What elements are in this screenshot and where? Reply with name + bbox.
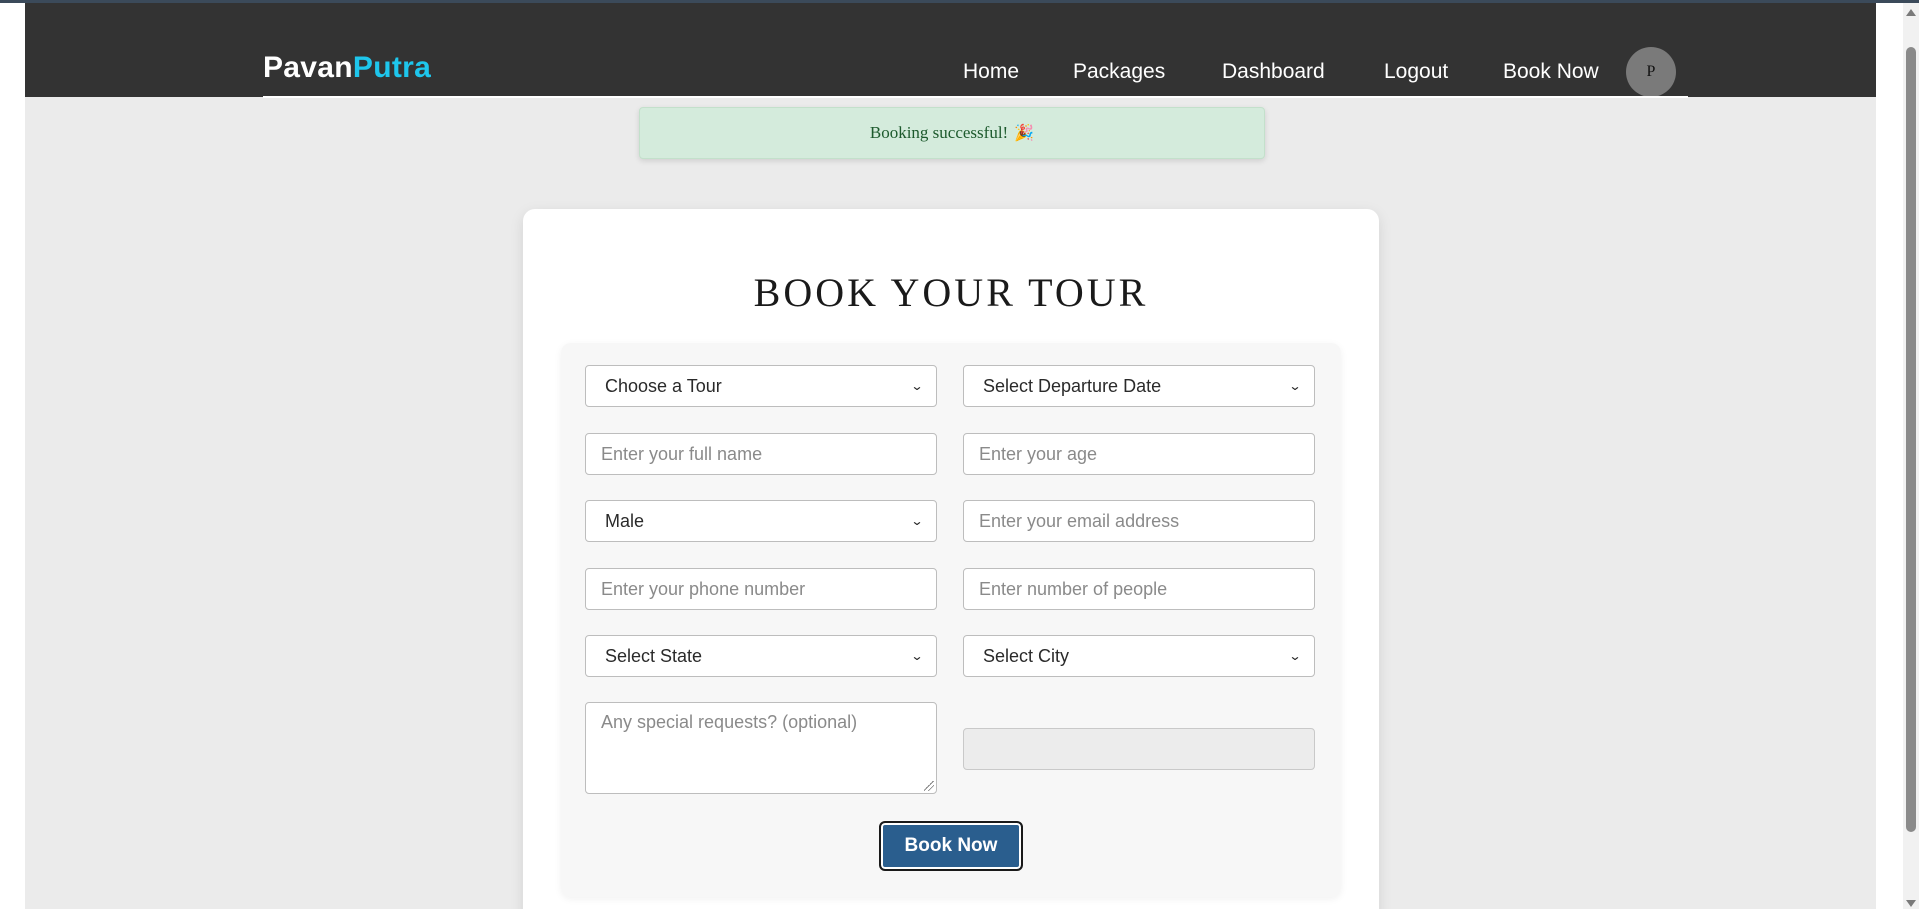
vertical-scrollbar[interactable] [1903, 3, 1919, 909]
departure-date-select[interactable]: Select Departure Date ⌄ [963, 365, 1315, 407]
nav-book-now-link[interactable]: Book Now [1503, 60, 1599, 84]
full-name-input[interactable]: Enter your full name [585, 433, 937, 475]
chevron-down-icon: ⌄ [910, 379, 924, 393]
nav-packages-link[interactable]: Packages [1073, 60, 1165, 84]
chevron-down-icon: ⌄ [910, 514, 924, 528]
success-alert: Booking successful! 🎉 [639, 107, 1265, 159]
tour-select[interactable]: Choose a Tour ⌄ [585, 365, 937, 407]
navbar: PavanPutra Home Packages Dashboard Logou… [25, 3, 1876, 97]
age-input[interactable]: Enter your age [963, 433, 1315, 475]
page-background: PavanPutra Home Packages Dashboard Logou… [25, 3, 1876, 909]
chevron-down-icon: ⌄ [1288, 379, 1302, 393]
scroll-up-arrow-icon[interactable] [1906, 9, 1916, 16]
chevron-down-icon: ⌄ [1288, 649, 1302, 663]
book-now-button[interactable]: Book Now [879, 821, 1023, 871]
alert-message: Booking successful! [869, 123, 1009, 142]
disabled-field [963, 728, 1315, 770]
brand-name-part1: Pavan [263, 51, 353, 84]
email-placeholder: Enter your email address [979, 510, 1180, 531]
people-placeholder: Enter number of people [979, 578, 1168, 599]
state-select-value: Select State [605, 645, 703, 666]
city-select[interactable]: Select City ⌄ [963, 635, 1315, 677]
full-name-placeholder: Enter your full name [601, 443, 763, 464]
party-popper-icon: 🎉 [1014, 125, 1035, 142]
special-requests-textarea[interactable]: Any special requests? (optional) [585, 702, 937, 794]
tour-select-value: Choose a Tour [605, 375, 722, 396]
departure-select-value: Select Departure Date [983, 375, 1162, 396]
city-select-value: Select City [983, 645, 1070, 666]
nav-dashboard-link[interactable]: Dashboard [1222, 60, 1325, 84]
booking-form: Choose a Tour ⌄ Select Departure Date ⌄ … [561, 343, 1341, 897]
navbar-underline [263, 96, 1688, 98]
nav-home-link[interactable]: Home [963, 60, 1019, 84]
email-input[interactable]: Enter your email address [963, 500, 1315, 542]
scroll-down-arrow-icon[interactable] [1906, 900, 1916, 907]
people-count-input[interactable]: Enter number of people [963, 568, 1315, 610]
booking-card: BOOK YOUR TOUR Choose a Tour ⌄ Select De… [523, 209, 1379, 909]
age-placeholder: Enter your age [979, 443, 1098, 464]
brand-name-part2: Putra [352, 51, 432, 84]
chevron-down-icon: ⌄ [910, 649, 924, 663]
gender-select[interactable]: Male ⌄ [585, 500, 937, 542]
phone-placeholder: Enter your phone number [601, 578, 806, 599]
nav-logout-link[interactable]: Logout [1384, 60, 1448, 84]
state-select[interactable]: Select State ⌄ [585, 635, 937, 677]
special-requests-placeholder: Any special requests? (optional) [601, 712, 858, 732]
resize-handle-icon[interactable] [924, 781, 934, 791]
page-title: BOOK YOUR TOUR [753, 270, 1149, 315]
user-avatar[interactable]: P [1626, 47, 1676, 97]
brand-logo[interactable]: PavanPutra [263, 51, 431, 85]
phone-input[interactable]: Enter your phone number [585, 568, 937, 610]
gender-select-value: Male [605, 510, 645, 531]
scrollbar-thumb[interactable] [1906, 47, 1916, 832]
